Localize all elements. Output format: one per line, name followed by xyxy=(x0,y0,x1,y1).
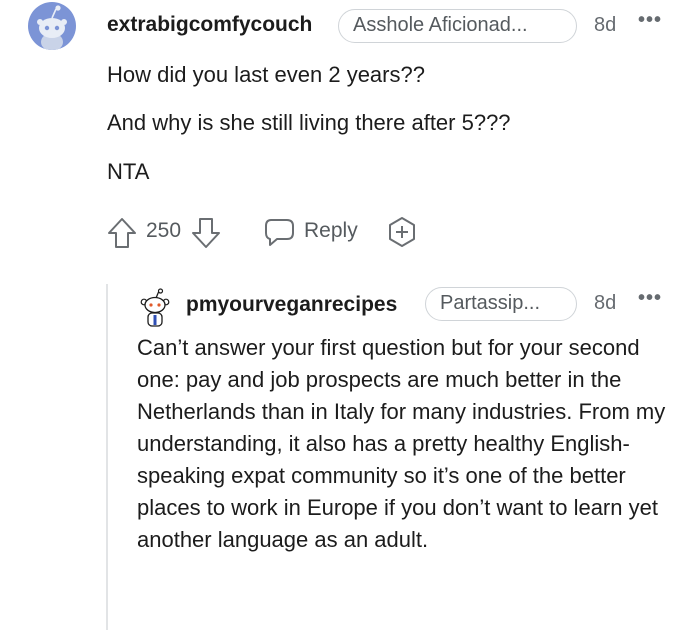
user-flair: Asshole Aficionad... xyxy=(338,9,577,43)
downvote-icon[interactable] xyxy=(191,217,221,249)
comment-line: How did you last even 2 years?? xyxy=(107,62,425,87)
reply-user-avatar[interactable] xyxy=(139,288,171,328)
comment-bubble-icon xyxy=(265,219,294,246)
vote-count: 250 xyxy=(146,219,182,242)
comment-action-bar: 250 Reply xyxy=(107,214,437,250)
upvote-icon[interactable] xyxy=(107,217,137,249)
more-options-button[interactable]: ••• xyxy=(638,9,662,32)
reply-more-options-button[interactable]: ••• xyxy=(638,287,662,310)
comment-username[interactable]: extrabigcomfycouch xyxy=(107,13,312,37)
reply-username[interactable]: pmyourveganrecipes xyxy=(186,293,397,317)
ellipsis-icon: ••• xyxy=(638,9,663,31)
reply-body: Can’t answer your first question but for… xyxy=(137,335,666,552)
ellipsis-icon: ••• xyxy=(638,287,663,309)
reply-user-flair: Partassip... xyxy=(425,287,577,321)
award-icon[interactable] xyxy=(386,216,418,248)
reply-label: Reply xyxy=(304,219,358,242)
comment-line: And why is she still living there after … xyxy=(107,110,511,135)
reply-timestamp: 8d xyxy=(594,292,617,314)
snoo-avatar-icon xyxy=(37,5,67,50)
thread-line[interactable] xyxy=(106,284,108,630)
user-avatar[interactable] xyxy=(28,2,76,50)
comment-timestamp: 8d xyxy=(594,14,617,36)
reply-button[interactable]: Reply xyxy=(263,214,375,250)
comment-line: NTA xyxy=(107,159,150,184)
